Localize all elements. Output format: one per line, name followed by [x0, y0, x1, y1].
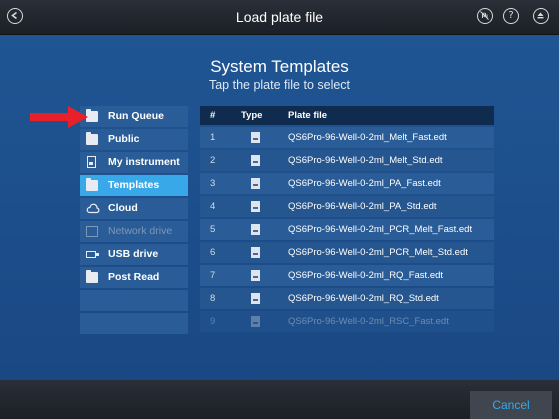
- cloud-icon: [86, 203, 100, 214]
- plate-file-name: QS6Pro-96-Well-0-2ml_PA_Std.edt: [288, 201, 437, 212]
- row-number: 5: [210, 224, 216, 235]
- table-row[interactable]: 2 QS6Pro-96-Well-0-2ml_Melt_Std.edt: [200, 150, 494, 171]
- sidebar-item-network-drive: Network drive: [80, 221, 188, 242]
- plate-file-name: QS6Pro-96-Well-0-2ml_Melt_Fast.edt: [288, 132, 447, 143]
- row-number: 2: [210, 155, 216, 166]
- annotation-arrow-icon: [30, 106, 88, 128]
- sidebar-item-label: My instrument: [108, 156, 180, 168]
- plate-file-name: QS6Pro-96-Well-0-2ml_PCR_Melt_Fast.edt: [288, 224, 473, 235]
- network-drive-icon: [86, 226, 98, 237]
- sidebar-item-my-instrument[interactable]: My instrument: [80, 152, 188, 173]
- title-bar: Load plate file ?: [0, 0, 559, 35]
- table-row[interactable]: 5 QS6Pro-96-Well-0-2ml_PCR_Melt_Fast.edt: [200, 219, 494, 240]
- plate-file-name: QS6Pro-96-Well-0-2ml_RQ_Fast.edt: [288, 270, 444, 281]
- file-type-icon: [251, 316, 260, 327]
- sidebar-item-post-read[interactable]: Post Read: [80, 267, 188, 288]
- folder-icon: [86, 270, 98, 283]
- sidebar-item-label: Post Read: [108, 271, 160, 283]
- table-row[interactable]: 1 QS6Pro-96-Well-0-2ml_Melt_Fast.edt: [200, 127, 494, 148]
- row-number: 9: [210, 316, 216, 327]
- plate-file-name: QS6Pro-96-Well-0-2ml_PA_Fast.edt: [288, 178, 441, 189]
- file-type-icon: [251, 224, 260, 235]
- page-title: System Templates: [210, 57, 349, 76]
- column-header-number: #: [210, 110, 216, 121]
- page-subtitle: Tap the plate file to select: [208, 78, 351, 92]
- plate-file-name: QS6Pro-96-Well-0-2ml_Melt_Std.edt: [288, 155, 443, 166]
- table-row[interactable]: 9 QS6Pro-96-Well-0-2ml_RSC_Fast.edt: [200, 311, 494, 332]
- sidebar-empty-slot: [80, 290, 188, 311]
- file-type-icon: [251, 155, 260, 166]
- column-header-plate-file: Plate file: [288, 110, 328, 121]
- help-icon[interactable]: ?: [503, 8, 519, 24]
- main-panel: System Templates Tap the plate file to s…: [0, 35, 559, 380]
- folder-icon: [86, 178, 98, 191]
- row-number: 3: [210, 178, 216, 189]
- table-row[interactable]: 4 QS6Pro-96-Well-0-2ml_PA_Std.edt: [200, 196, 494, 217]
- file-type-icon: [251, 247, 260, 258]
- table-row[interactable]: 7 QS6Pro-96-Well-0-2ml_RQ_Fast.edt: [200, 265, 494, 286]
- eject-icon[interactable]: [533, 8, 549, 24]
- sidebar-empty-slot: [80, 313, 188, 334]
- table-row[interactable]: 3 QS6Pro-96-Well-0-2ml_PA_Fast.edt: [200, 173, 494, 194]
- plate-file-name: QS6Pro-96-Well-0-2ml_RQ_Std.edt: [288, 293, 439, 304]
- sidebar-item-label: Network drive: [108, 225, 173, 237]
- row-number: 1: [210, 132, 216, 143]
- usb-icon: [86, 251, 99, 258]
- file-type-icon: [251, 132, 260, 143]
- file-type-icon: [251, 201, 260, 212]
- row-number: 6: [210, 247, 216, 258]
- window-title: Load plate file: [235, 9, 324, 25]
- sidebar-item-label: Run Queue: [108, 110, 165, 122]
- row-number: 7: [210, 270, 216, 281]
- plate-file-name: QS6Pro-96-Well-0-2ml_PCR_Melt_Std.edt: [288, 247, 468, 258]
- sidebar-item-cloud[interactable]: Cloud: [80, 198, 188, 219]
- table-row[interactable]: 6 QS6Pro-96-Well-0-2ml_PCR_Melt_Std.edt: [200, 242, 494, 263]
- file-type-icon: [251, 293, 260, 304]
- sidebar-item-templates[interactable]: Templates: [80, 175, 188, 196]
- table-row[interactable]: 8 QS6Pro-96-Well-0-2ml_RQ_Std.edt: [200, 288, 494, 309]
- file-type-icon: [251, 270, 260, 281]
- sidebar-item-public[interactable]: Public: [80, 129, 188, 150]
- sidebar-item-run-queue[interactable]: Run Queue: [80, 106, 188, 127]
- table-header: # Type Plate file: [200, 106, 494, 125]
- hand-icon[interactable]: [477, 8, 493, 24]
- cancel-button[interactable]: Cancel: [470, 391, 552, 419]
- plate-file-table: # Type Plate file 1 QS6Pro-96-Well-0-2ml_…: [200, 106, 494, 362]
- sidebar-item-label: Templates: [108, 179, 160, 191]
- folder-icon: [86, 132, 98, 145]
- instrument-icon: [87, 156, 96, 168]
- file-type-icon: [251, 178, 260, 189]
- sidebar-item-label: Cloud: [108, 202, 138, 214]
- row-number: 8: [210, 293, 216, 304]
- location-sidebar: Run Queue Public My instrument Templates…: [80, 106, 188, 336]
- column-header-type: Type: [241, 110, 263, 121]
- row-number: 4: [210, 201, 216, 212]
- sidebar-item-usb-drive[interactable]: USB drive: [80, 244, 188, 265]
- bottom-bar: Cancel: [0, 380, 559, 419]
- sidebar-item-label: Public: [108, 133, 140, 145]
- sidebar-item-label: USB drive: [108, 248, 159, 260]
- plate-file-name: QS6Pro-96-Well-0-2ml_RSC_Fast.edt: [288, 316, 449, 327]
